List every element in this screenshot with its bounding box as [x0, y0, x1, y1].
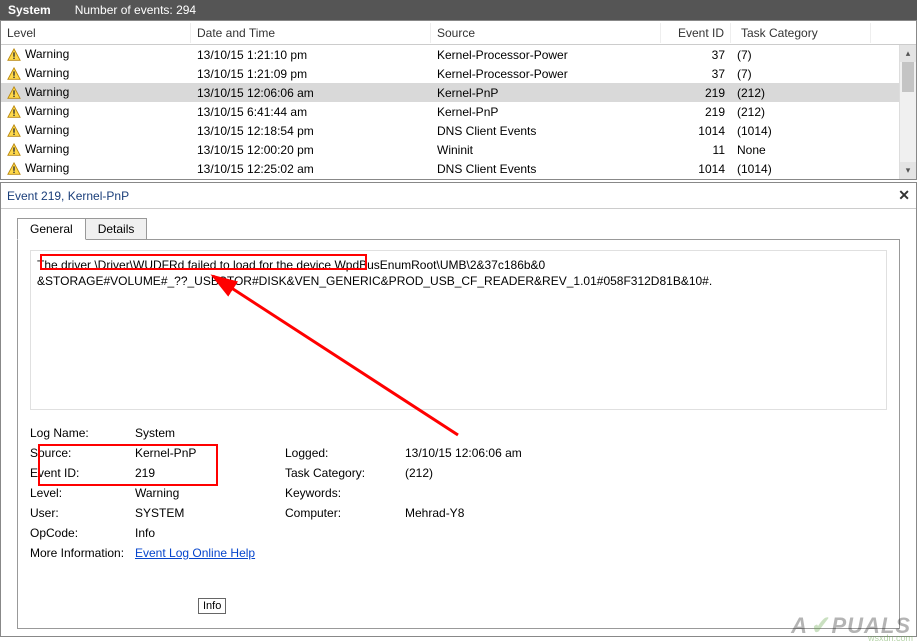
table-row[interactable]: Warning13/10/15 6:41:44 amKernel-PnP219(… — [1, 102, 916, 121]
value-computer: Mehrad-Y8 — [405, 506, 605, 520]
scroll-down-button[interactable]: ▾ — [900, 162, 916, 179]
vertical-scrollbar[interactable]: ▴ ▾ — [899, 45, 916, 179]
tab-general[interactable]: General — [17, 218, 86, 240]
scroll-thumb[interactable] — [902, 62, 914, 92]
warning-icon — [7, 124, 21, 138]
col-header-eventid[interactable]: Event ID — [661, 23, 731, 43]
warning-icon — [7, 162, 21, 176]
highlight-box-source-eventid — [38, 444, 218, 486]
tooltip: Info — [198, 598, 226, 614]
value-moreinfo: Event Log Online Help — [135, 546, 285, 560]
label-level: Level: — [30, 486, 135, 500]
label-logname: Log Name: — [30, 426, 135, 440]
detail-header: Event 219, Kernel-PnP ✕ — [1, 183, 916, 209]
label-logged: Logged: — [285, 446, 405, 460]
event-count: Number of events: 294 — [75, 3, 196, 17]
warning-icon — [7, 67, 21, 81]
warning-icon — [7, 86, 21, 100]
table-row[interactable]: Warning13/10/15 12:06:06 amKernel-PnP219… — [1, 83, 916, 102]
detail-pane: Event 219, Kernel-PnP ✕ General Details … — [0, 182, 917, 637]
warning-icon — [7, 105, 21, 119]
event-message: The driver \Driver\WUDFRd failed to load… — [30, 250, 887, 410]
tab-details[interactable]: Details — [85, 218, 148, 240]
value-keywords — [405, 486, 605, 500]
grid-header: Level Date and Time Source Event ID Task… — [1, 21, 916, 45]
label-opcode: OpCode: — [30, 526, 135, 540]
label-user: User: — [30, 506, 135, 520]
value-user: SYSTEM — [135, 506, 285, 520]
event-grid: Level Date and Time Source Event ID Task… — [0, 20, 917, 180]
label-moreinfo: More Information: — [30, 546, 135, 560]
col-header-source[interactable]: Source — [431, 23, 661, 43]
value-logged: 13/10/15 12:06:06 am — [405, 446, 605, 460]
table-row[interactable]: Warning13/10/15 12:18:54 pmDNS Client Ev… — [1, 121, 916, 140]
source-tag: wsxdn.com — [868, 633, 913, 643]
table-row[interactable]: Warning13/10/15 12:00:20 pmWininit11None — [1, 140, 916, 159]
log-title: System — [8, 3, 51, 17]
tab-content-general: The driver \Driver\WUDFRd failed to load… — [17, 239, 900, 629]
col-header-task[interactable]: Task Category — [731, 23, 871, 43]
col-header-level[interactable]: Level — [1, 23, 191, 43]
table-row[interactable]: Warning13/10/15 12:25:02 amDNS Client Ev… — [1, 159, 916, 178]
link-online-help[interactable]: Event Log Online Help — [135, 546, 255, 560]
warning-icon — [7, 48, 21, 62]
logo-icon: ✔ — [808, 612, 832, 641]
scroll-up-button[interactable]: ▴ — [900, 45, 916, 62]
table-row[interactable]: Warning13/10/15 1:21:10 pmKernel-Process… — [1, 45, 916, 64]
label-taskcat: Task Category: — [285, 466, 405, 480]
value-opcode: Info — [135, 526, 285, 540]
table-row[interactable]: Warning13/10/15 1:21:09 pmKernel-Process… — [1, 64, 916, 83]
highlight-box-message — [40, 254, 367, 270]
value-level: Warning — [135, 486, 285, 500]
value-logname: System — [135, 426, 285, 440]
detail-title: Event 219, Kernel-PnP — [7, 189, 129, 203]
col-header-date[interactable]: Date and Time — [191, 23, 431, 43]
top-bar: System Number of events: 294 — [0, 0, 917, 20]
warning-icon — [7, 143, 21, 157]
close-button[interactable]: ✕ — [898, 187, 910, 204]
value-taskcat: (212) — [405, 466, 605, 480]
tabs: General Details — [1, 209, 916, 239]
label-keywords: Keywords: — [285, 486, 405, 500]
label-computer: Computer: — [285, 506, 405, 520]
grid-body[interactable]: Warning13/10/15 1:21:10 pmKernel-Process… — [1, 45, 916, 180]
message-line-2: &STORAGE#VOLUME#_??_USBSTOR#DISK&VEN_GEN… — [37, 273, 880, 289]
